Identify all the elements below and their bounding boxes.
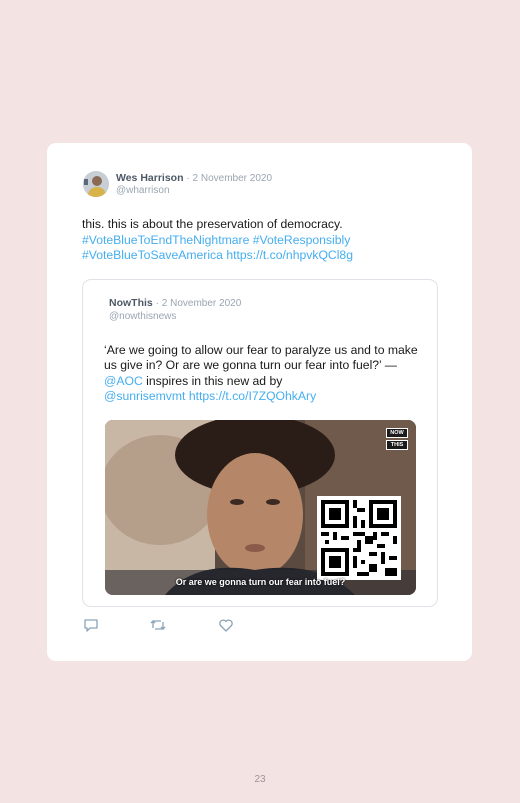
tweet-url-link[interactable]: https://t.co/nhpvkQCl8g <box>226 248 353 262</box>
tweet-text-plain: this. this is about the preservation of … <box>82 217 343 231</box>
retweet-icon[interactable] <box>150 617 166 633</box>
avatar[interactable] <box>83 171 109 197</box>
mention-link[interactable]: @AOC <box>104 374 143 388</box>
author-name[interactable]: Wes Harrison <box>116 172 184 184</box>
hashtag-link[interactable]: #VoteBlueToSaveAmerica <box>82 248 223 262</box>
author-line: Wes Harrison · 2 November 2020 <box>116 172 272 184</box>
quoted-tweet-date: · 2 November 2020 <box>155 298 242 309</box>
tweet-card: Wes Harrison · 2 November 2020 @wharriso… <box>47 143 472 661</box>
quoted-text-part: inspires in this new ad by <box>142 373 283 388</box>
quoted-author-handle[interactable]: @nowthisnews <box>109 311 176 322</box>
qr-code <box>317 496 401 580</box>
tweet-date: · 2 November 2020 <box>186 173 273 184</box>
quoted-url-link[interactable]: https://t.co/I7ZQOhkAry <box>189 389 316 403</box>
logo-text: NOW <box>386 428 408 438</box>
heart-icon[interactable] <box>218 617 234 633</box>
hashtag-link[interactable]: #VoteBlueToEndTheNightmare <box>82 233 249 247</box>
video-thumbnail[interactable]: NOW THIS Or are we gonna turn our fear i… <box>105 420 416 595</box>
quoted-tweet[interactable]: NowThis · 2 November 2020 @nowthisnews ‘… <box>82 279 438 607</box>
mention-link[interactable]: @sunrisemvmt <box>104 389 185 403</box>
tweet-text: this. this is about the preservation of … <box>82 217 442 264</box>
quoted-author-name[interactable]: NowThis <box>109 297 153 309</box>
nowthis-logo: NOW THIS <box>386 428 408 452</box>
quoted-author-line: NowThis · 2 November 2020 <box>109 297 241 309</box>
video-caption: Or are we gonna turn our fear into fuel? <box>175 577 346 587</box>
quoted-tweet-text: ‘Are we going to allow our fear to paral… <box>104 343 418 404</box>
quoted-text-part: ‘Are we going to allow our fear to paral… <box>104 343 418 373</box>
hashtag-link[interactable]: #VoteResponsibly <box>253 233 351 247</box>
reply-icon[interactable] <box>83 617 99 633</box>
author-handle[interactable]: @wharrison <box>116 185 170 196</box>
logo-text: THIS <box>386 440 408 450</box>
page-number: 23 <box>254 774 266 785</box>
